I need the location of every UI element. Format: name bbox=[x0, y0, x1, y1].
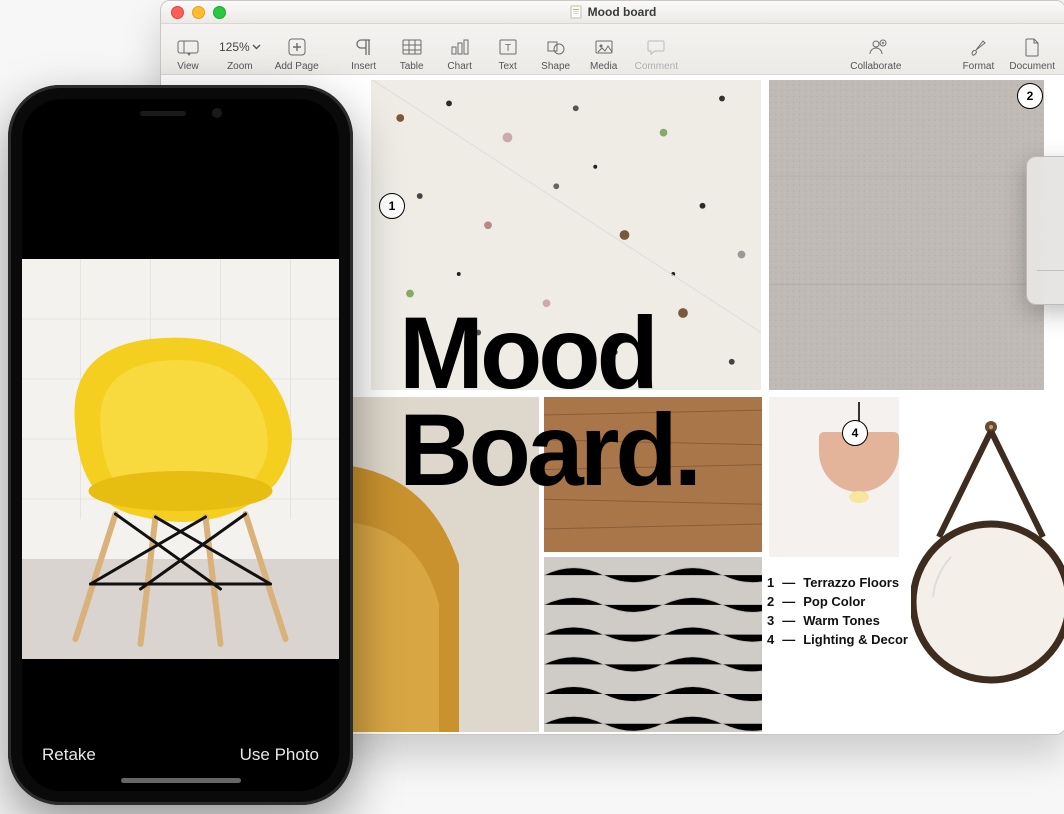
image-fur[interactable] bbox=[544, 557, 762, 732]
chevron-down-icon bbox=[252, 44, 261, 50]
document-icon bbox=[570, 5, 582, 19]
popover-line-1: Take a photo with bbox=[1037, 229, 1064, 245]
speaker-icon bbox=[140, 111, 186, 116]
iphone-notch bbox=[96, 99, 266, 127]
media-icon bbox=[594, 35, 614, 59]
collaborate-label: Collaborate bbox=[850, 61, 901, 72]
insert-label: Insert bbox=[351, 61, 376, 72]
legend-row: 4—Lighting & Decor bbox=[767, 632, 908, 647]
document-title[interactable]: Mood Board. bbox=[399, 305, 698, 499]
view-button[interactable]: View bbox=[171, 26, 205, 72]
window-title-text: Mood board bbox=[588, 5, 657, 19]
document-tool-icon bbox=[1023, 35, 1041, 59]
table-icon bbox=[402, 35, 422, 59]
iphone-screen: Retake Use Photo bbox=[22, 99, 339, 791]
retake-button[interactable]: Retake bbox=[42, 745, 96, 765]
table-button[interactable]: Table bbox=[395, 26, 429, 72]
comment-label: Comment bbox=[635, 61, 678, 72]
add-page-button[interactable]: Add Page bbox=[275, 26, 319, 72]
window-title: Mood board bbox=[161, 5, 1064, 19]
callout-2[interactable]: 2 bbox=[1017, 83, 1043, 109]
add-page-label: Add Page bbox=[275, 61, 319, 72]
view-icon bbox=[177, 35, 199, 59]
collaborate-icon bbox=[865, 35, 887, 59]
shape-icon bbox=[546, 35, 566, 59]
callout-4[interactable]: 4 bbox=[842, 420, 868, 446]
iphone-device: Retake Use Photo bbox=[8, 85, 353, 805]
mirror-icon bbox=[911, 407, 1063, 707]
legend-row: 3—Warm Tones bbox=[767, 613, 908, 628]
brush-icon bbox=[968, 35, 988, 59]
legend-row: 2—Pop Color bbox=[767, 594, 908, 609]
shape-button[interactable]: Shape bbox=[539, 26, 573, 72]
camera-preview[interactable] bbox=[22, 259, 339, 659]
chart-label: Chart bbox=[447, 61, 471, 72]
cancel-button[interactable]: Cancel bbox=[1037, 270, 1064, 298]
format-label: Format bbox=[963, 61, 995, 72]
window-titlebar[interactable]: Mood board bbox=[161, 1, 1064, 24]
svg-text:T: T bbox=[505, 43, 511, 54]
media-button[interactable]: Media bbox=[587, 26, 621, 72]
front-camera-icon bbox=[212, 108, 222, 118]
zoom-button[interactable]: 125% Zoom bbox=[219, 26, 261, 72]
view-label: View bbox=[177, 61, 199, 72]
format-button[interactable]: Format bbox=[961, 26, 995, 72]
media-label: Media bbox=[590, 61, 617, 72]
legend-list[interactable]: 1—Terrazzo Floors 2—Pop Color 3—Warm Ton… bbox=[767, 575, 908, 651]
zoom-value: 125% bbox=[219, 40, 250, 54]
callout-1[interactable]: 1 bbox=[379, 193, 405, 219]
zoom-label: Zoom bbox=[227, 61, 253, 72]
continuity-camera-popover: Take a photo with "Derek's iPhone" Cance… bbox=[1026, 156, 1064, 305]
use-photo-button[interactable]: Use Photo bbox=[240, 745, 319, 765]
phone-icon bbox=[1037, 173, 1064, 221]
toolbar: View 125% Zoom Add Page Insert bbox=[161, 24, 1064, 75]
title-line-1: Mood bbox=[399, 305, 698, 402]
text-label: Text bbox=[498, 61, 516, 72]
title-line-2: Board. bbox=[399, 402, 698, 499]
text-button[interactable]: T Text bbox=[491, 26, 525, 72]
collaborate-button[interactable]: Collaborate bbox=[850, 26, 901, 72]
table-label: Table bbox=[400, 61, 424, 72]
comment-button: Comment bbox=[635, 26, 678, 72]
document-button[interactable]: Document bbox=[1009, 26, 1055, 72]
chart-button[interactable]: Chart bbox=[443, 26, 477, 72]
document-label: Document bbox=[1009, 61, 1055, 72]
image-concrete[interactable] bbox=[769, 80, 1044, 390]
legend-row: 1—Terrazzo Floors bbox=[767, 575, 908, 590]
insert-button[interactable]: Insert bbox=[347, 26, 381, 72]
home-indicator[interactable] bbox=[121, 778, 241, 783]
lamp-icon bbox=[809, 402, 899, 502]
shape-label: Shape bbox=[541, 61, 570, 72]
comment-icon bbox=[646, 35, 666, 59]
chart-icon bbox=[450, 35, 470, 59]
popover-line-2: "Derek's iPhone" bbox=[1037, 245, 1064, 261]
text-icon: T bbox=[498, 35, 518, 59]
paragraph-icon bbox=[355, 35, 373, 59]
plus-icon bbox=[287, 35, 307, 59]
